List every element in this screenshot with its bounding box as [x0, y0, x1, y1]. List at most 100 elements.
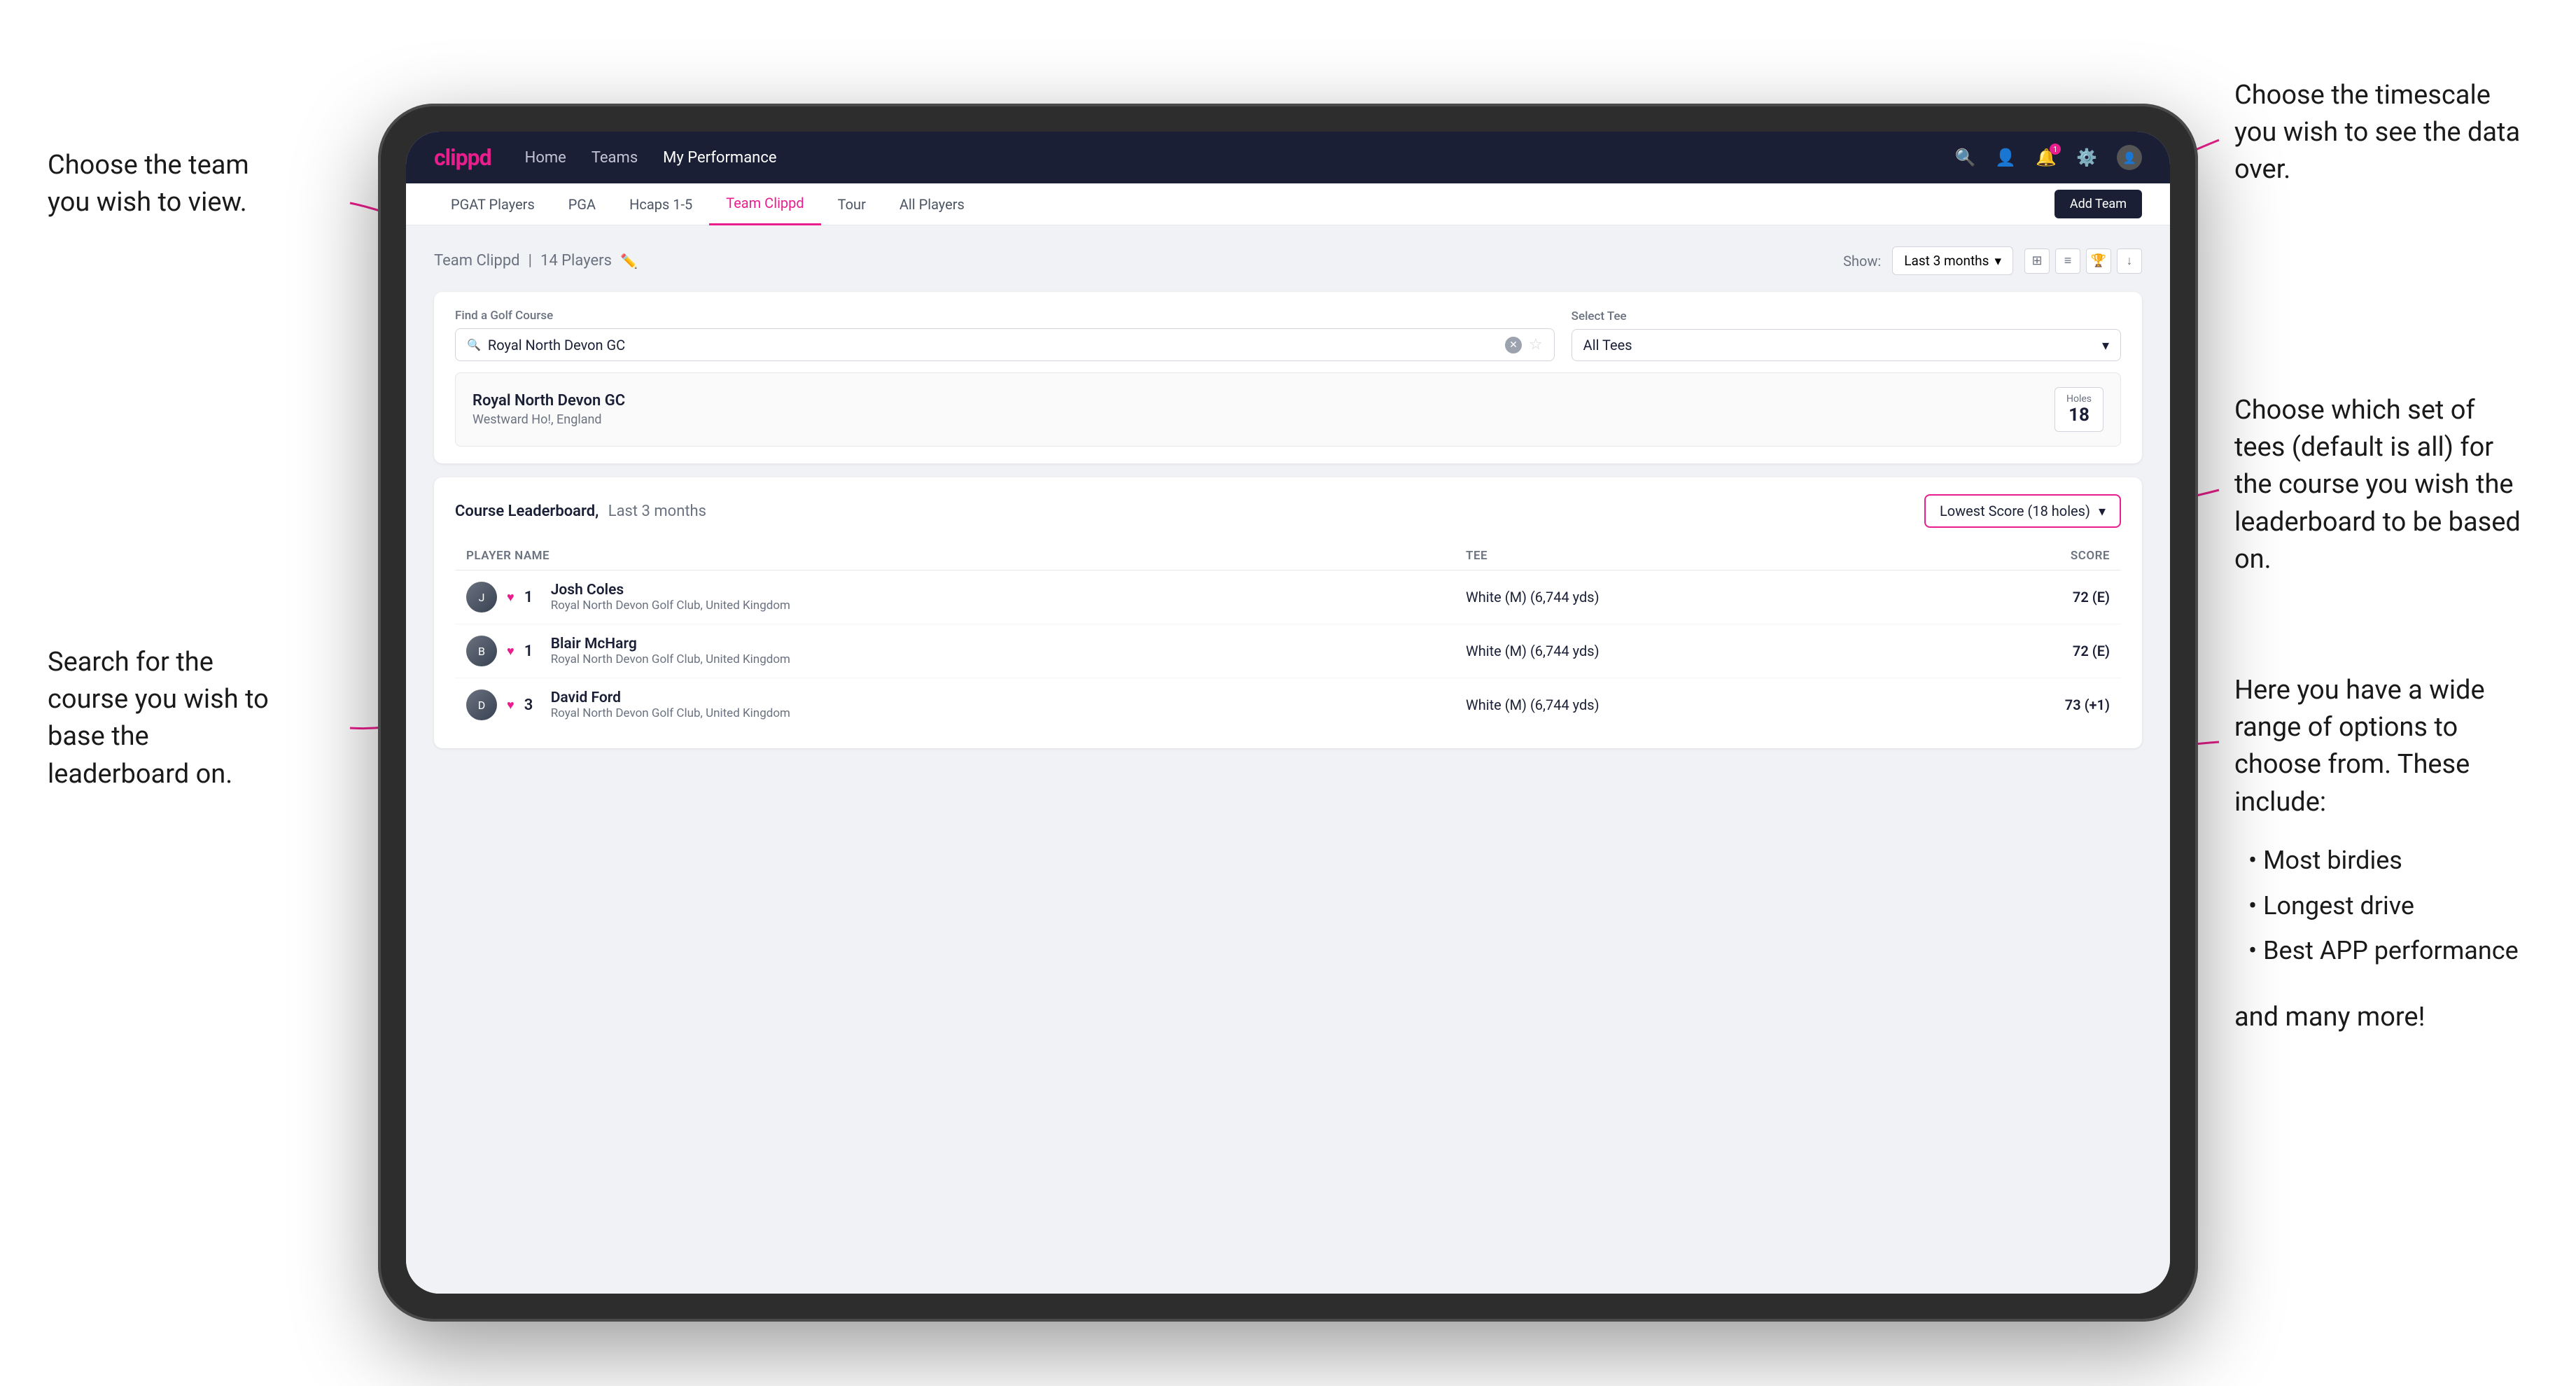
leaderboard-time-range: Last 3 months: [608, 503, 706, 520]
score-cell-1: 72 (E): [1920, 570, 2121, 624]
nav-home[interactable]: Home: [525, 149, 566, 167]
nav-links: Home Teams My Performance: [525, 149, 1921, 167]
bullet-item-1: • Most birdies: [2248, 838, 2528, 883]
nav-my-performance[interactable]: My Performance: [663, 149, 776, 167]
player-club-3: Royal North Devon Golf Club, United King…: [551, 706, 790, 720]
search-icon-btn[interactable]: 🔍: [1954, 148, 1975, 167]
nav-logo: clippd: [434, 144, 491, 171]
show-controls: Show: Last 3 months ▾ ⊞ ≡ 🏆 ↓: [1843, 246, 2142, 275]
player-club-1: Royal North Devon Golf Club, United King…: [551, 598, 790, 612]
leaderboard-table-header: PLAYER NAME TEE SCORE: [455, 542, 2121, 570]
player-club-2: Royal North Devon Golf Club, United King…: [551, 652, 790, 666]
sub-nav-team-clippd[interactable]: Team Clippd: [709, 183, 820, 225]
col-tee: TEE: [1455, 542, 1920, 570]
player-cell-2: B ♥ 1 Blair McHarg Royal North Devon Gol…: [455, 624, 1455, 678]
show-label: Show:: [1843, 253, 1881, 270]
team-title: Team Clippd | 14 Players ✏️: [434, 252, 638, 270]
team-header-row: Team Clippd | 14 Players ✏️ Show: Last 3…: [434, 246, 2142, 275]
tee-filter-label: Select Tee: [1572, 309, 2121, 323]
course-result-location: Westward Ho!, England: [472, 412, 625, 427]
notifications-icon-btn[interactable]: 🔔 1: [2036, 148, 2057, 167]
sub-nav-pgat[interactable]: PGAT Players: [434, 183, 552, 225]
course-input-value: Royal North Devon GC: [488, 337, 1498, 354]
player-info-3: David Ford Royal North Devon Golf Club, …: [551, 690, 790, 720]
annotation-bottom-right-text: Here you have a wide range of options to…: [2234, 672, 2528, 821]
player-avatar-1: J: [466, 582, 497, 612]
score-type-dropdown[interactable]: Lowest Score (18 holes) ▾: [1924, 494, 2121, 528]
leaderboard-title-text: Course Leaderboard,: [455, 503, 598, 520]
leaderboard-title: Course Leaderboard, Last 3 months: [455, 503, 706, 520]
sub-nav-hcaps[interactable]: Hcaps 1-5: [612, 183, 709, 225]
heart-icon-3[interactable]: ♥: [507, 698, 514, 713]
tee-chevron-icon: ▾: [2102, 337, 2109, 354]
download-view-btn[interactable]: ↓: [2117, 248, 2142, 274]
holes-badge: Holes 18: [2054, 387, 2104, 432]
heart-icon-2[interactable]: ♥: [507, 644, 514, 659]
filter-row: Find a Golf Course 🔍 Royal North Devon G…: [455, 309, 2121, 361]
settings-icon-btn[interactable]: ⚙️: [2076, 148, 2097, 167]
course-result-item[interactable]: Royal North Devon GC Westward Ho!, Engla…: [455, 372, 2121, 447]
rank-2: 1: [524, 643, 541, 660]
bullet-item-2: • Longest drive: [2248, 883, 2528, 929]
sub-nav-tour[interactable]: Tour: [821, 183, 883, 225]
player-name-1: Josh Coles: [551, 582, 790, 598]
and-more-text: and many more!: [2234, 999, 2528, 1036]
time-range-value: Last 3 months: [1904, 253, 1989, 269]
tee-cell-2: White (M) (6,744 yds): [1455, 624, 1920, 678]
rank-1: 1: [524, 589, 541, 606]
annotation-top-left-text: Choose the team you wish to view.: [48, 150, 249, 218]
favorite-star-icon[interactable]: ☆: [1529, 336, 1543, 354]
course-result-name: Royal North Devon GC: [472, 392, 625, 410]
list-view-btn[interactable]: ≡: [2055, 248, 2080, 274]
sub-nav-pga[interactable]: PGA: [552, 183, 612, 225]
tee-cell-3: White (M) (6,744 yds): [1455, 678, 1920, 732]
filter-card: Find a Golf Course 🔍 Royal North Devon G…: [434, 292, 2142, 463]
nav-icons: 🔍 👤 🔔 1 ⚙️ 👤: [1954, 145, 2142, 170]
annotation-top-right: Choose the timescale you wish to see the…: [2234, 77, 2528, 189]
score-cell-2: 72 (E): [1920, 624, 2121, 678]
table-row: J ♥ 1 Josh Coles Royal North Devon Golf …: [455, 570, 2121, 624]
main-content: Team Clippd | 14 Players ✏️ Show: Last 3…: [406, 225, 2170, 1294]
player-name-3: David Ford: [551, 690, 790, 706]
annotation-middle-right: Choose which set of tees (default is all…: [2234, 392, 2528, 578]
tablet-screen: clippd Home Teams My Performance 🔍 👤 🔔 1…: [406, 132, 2170, 1294]
tee-cell-1: White (M) (6,744 yds): [1455, 570, 1920, 624]
score-cell-3: 73 (+1): [1920, 678, 2121, 732]
trophy-view-btn[interactable]: 🏆: [2086, 248, 2111, 274]
player-info-2: Blair McHarg Royal North Devon Golf Club…: [551, 636, 790, 666]
table-row: D ♥ 3 David Ford Royal North Devon Golf …: [455, 678, 2121, 732]
col-score: SCORE: [1920, 542, 2121, 570]
holes-label: Holes: [2066, 393, 2092, 405]
notification-badge: 1: [2050, 144, 2061, 155]
leaderboard-card: Course Leaderboard, Last 3 months Lowest…: [434, 477, 2142, 748]
player-count-separator: |: [528, 252, 532, 270]
player-name-2: Blair McHarg: [551, 636, 790, 652]
holes-number: 18: [2066, 405, 2092, 426]
edit-icon[interactable]: ✏️: [620, 253, 638, 270]
annotation-top-left: Choose the team you wish to view.: [48, 147, 286, 221]
player-avatar-2: B: [466, 636, 497, 666]
sub-nav: PGAT Players PGA Hcaps 1-5 Team Clippd T…: [406, 183, 2170, 225]
course-filter-label: Find a Golf Course: [455, 309, 1555, 323]
nav-teams[interactable]: Teams: [592, 149, 638, 167]
annotation-bottom-left-text: Search for the course you wish to base t…: [48, 647, 269, 790]
grid-view-btn[interactable]: ⊞: [2024, 248, 2050, 274]
tee-select-dropdown[interactable]: All Tees ▾: [1572, 329, 2121, 361]
avatar[interactable]: 👤: [2117, 145, 2142, 170]
leaderboard-header: Course Leaderboard, Last 3 months Lowest…: [455, 494, 2121, 528]
time-range-dropdown[interactable]: Last 3 months ▾: [1892, 246, 2013, 275]
leaderboard-table: PLAYER NAME TEE SCORE J: [455, 542, 2121, 732]
table-row: B ♥ 1 Blair McHarg Royal North Devon Gol…: [455, 624, 2121, 678]
score-type-chevron-icon: ▾: [2099, 503, 2106, 519]
clear-search-button[interactable]: ✕: [1505, 337, 1522, 354]
col-player-name: PLAYER NAME: [455, 542, 1455, 570]
tee-filter-group: Select Tee All Tees ▾: [1572, 309, 2121, 361]
player-cell-1: J ♥ 1 Josh Coles Royal North Devon Golf …: [455, 570, 1455, 624]
sub-nav-all-players[interactable]: All Players: [883, 183, 981, 225]
profile-icon-btn[interactable]: 👤: [1995, 148, 2016, 167]
add-team-button[interactable]: Add Team: [2054, 190, 2142, 218]
annotation-bottom-right: Here you have a wide range of options to…: [2234, 672, 2528, 1036]
tablet-shell: clippd Home Teams My Performance 🔍 👤 🔔 1…: [378, 104, 2198, 1322]
heart-icon-1[interactable]: ♥: [507, 590, 514, 605]
course-search-input[interactable]: 🔍 Royal North Devon GC ✕ ☆: [455, 328, 1555, 361]
